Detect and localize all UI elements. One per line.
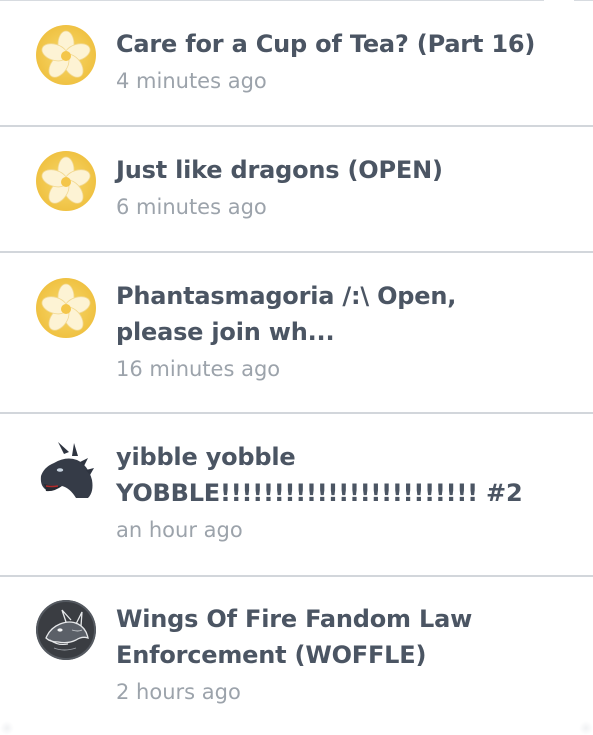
feed-item[interactable]: Just like dragons (OPEN) 6 minutes ago — [0, 127, 593, 253]
feed-item-title: Just like dragons (OPEN) — [116, 152, 576, 188]
feed-item-title-line: yibble yobble — [116, 443, 296, 471]
feed-item-title-line: Wings Of Fire Fandom Law — [116, 605, 473, 633]
feed-item-title-line: Just like dragons (OPEN) — [116, 156, 443, 184]
feed-item[interactable]: Care for a Cup of Tea? (Part 16) 4 minut… — [0, 0, 593, 127]
feed-item-time: 2 hours ago — [116, 680, 241, 704]
feed-item-time: an hour ago — [116, 518, 243, 542]
feed-item-title-line: Enforcement (WOFFLE) — [116, 641, 427, 669]
feed-item-time: 6 minutes ago — [116, 195, 267, 219]
plumeria-flower-icon — [36, 151, 96, 211]
feed-item-title: Wings Of Fire Fandom Law Enforcement (WO… — [116, 601, 576, 673]
plumeria-flower-icon — [36, 278, 96, 338]
feed-item-title: Phantasmagoria /:\ Open, please join wh.… — [116, 278, 576, 350]
chat-feed: Care for a Cup of Tea? (Part 16) 4 minut… — [0, 0, 593, 735]
plumeria-flower-icon — [36, 25, 96, 85]
feed-item[interactable]: Wings Of Fire Fandom Law Enforcement (WO… — [0, 577, 593, 735]
feed-item-title: yibble yobble YOBBLE!!!!!!!!!!!!!!!!!!!!… — [116, 439, 576, 511]
feed-item-title-line: YOBBLE!!!!!!!!!!!!!!!!!!!!!!!! #2 — [116, 479, 523, 507]
feed-item-title: Care for a Cup of Tea? (Part 16) — [116, 26, 576, 62]
feed-item[interactable]: Phantasmagoria /:\ Open, please join wh.… — [0, 253, 593, 414]
dragon-sketch-icon — [36, 600, 96, 660]
feed-item-time: 16 minutes ago — [116, 357, 281, 381]
feed-item-title-line: Phantasmagoria /:\ Open, — [116, 282, 457, 310]
feed-item-time: 4 minutes ago — [116, 69, 267, 93]
feed-item-title-line: Care for a Cup of Tea? (Part 16) — [116, 30, 536, 58]
feed-item[interactable]: yibble yobble YOBBLE!!!!!!!!!!!!!!!!!!!!… — [0, 414, 593, 577]
feed-item-title-line: please join wh... — [116, 318, 335, 346]
bottom-right-corner-shadow — [579, 721, 593, 735]
dragon-head-icon — [36, 440, 96, 500]
bottom-left-corner-shadow — [0, 721, 14, 735]
